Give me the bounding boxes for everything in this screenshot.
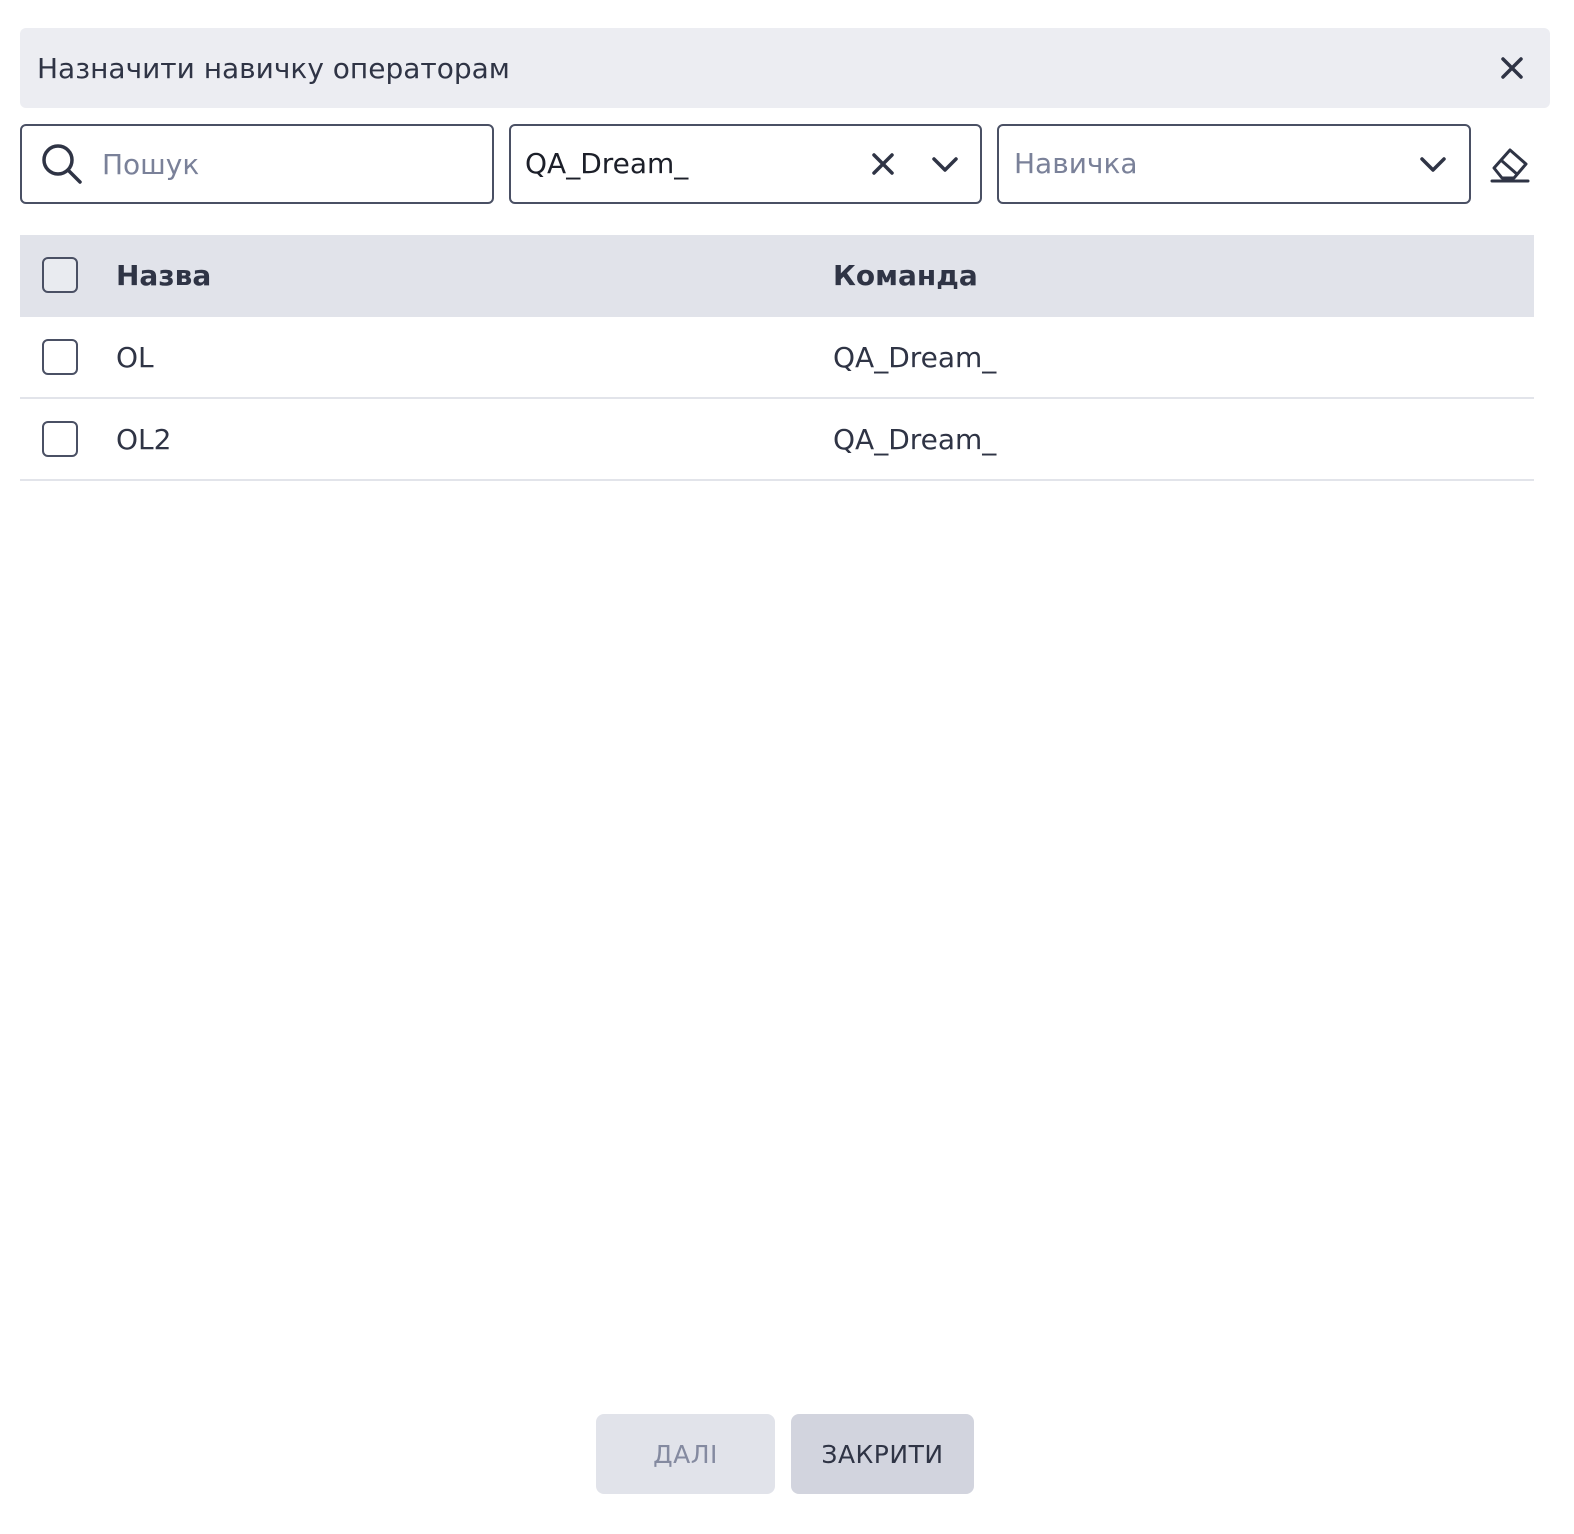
- skill-select-placeholder: Навичка: [1014, 147, 1138, 180]
- select-all-checkbox[interactable]: [42, 257, 78, 293]
- table-row[interactable]: OL QA_Dream_: [20, 317, 1534, 399]
- column-header-name: Назва: [116, 259, 212, 292]
- row-checkbox[interactable]: [42, 339, 78, 375]
- search-box: [20, 124, 494, 204]
- close-button[interactable]: ЗАКРИТИ: [791, 1414, 974, 1494]
- cell-team: QA_Dream_: [833, 423, 997, 456]
- chevron-down-icon[interactable]: [1419, 152, 1447, 176]
- cell-team: QA_Dream_: [833, 341, 997, 374]
- search-input[interactable]: [102, 144, 472, 184]
- eraser-icon[interactable]: [1488, 144, 1532, 184]
- table-header: Назва Команда: [20, 235, 1534, 317]
- team-select-value: QA_Dream_: [525, 147, 689, 180]
- search-icon: [42, 144, 82, 184]
- cell-name: OL2: [116, 423, 172, 456]
- team-select[interactable]: QA_Dream_: [509, 124, 982, 204]
- dialog-title: Назначити навичку операторам: [37, 52, 510, 85]
- next-button[interactable]: ДАЛІ: [596, 1414, 775, 1494]
- close-icon[interactable]: [1496, 52, 1528, 84]
- clear-team-icon[interactable]: [869, 150, 897, 178]
- skill-select[interactable]: Навичка: [997, 124, 1471, 204]
- cell-name: OL: [116, 341, 154, 374]
- dialog-header: Назначити навичку операторам: [20, 28, 1550, 108]
- table-row[interactable]: OL2 QA_Dream_: [20, 399, 1534, 481]
- column-header-team: Команда: [833, 259, 978, 292]
- row-checkbox[interactable]: [42, 421, 78, 457]
- operators-table: Назва Команда OL QA_Dream_ OL2 QA_Dream_: [20, 235, 1534, 481]
- chevron-down-icon[interactable]: [931, 152, 959, 176]
